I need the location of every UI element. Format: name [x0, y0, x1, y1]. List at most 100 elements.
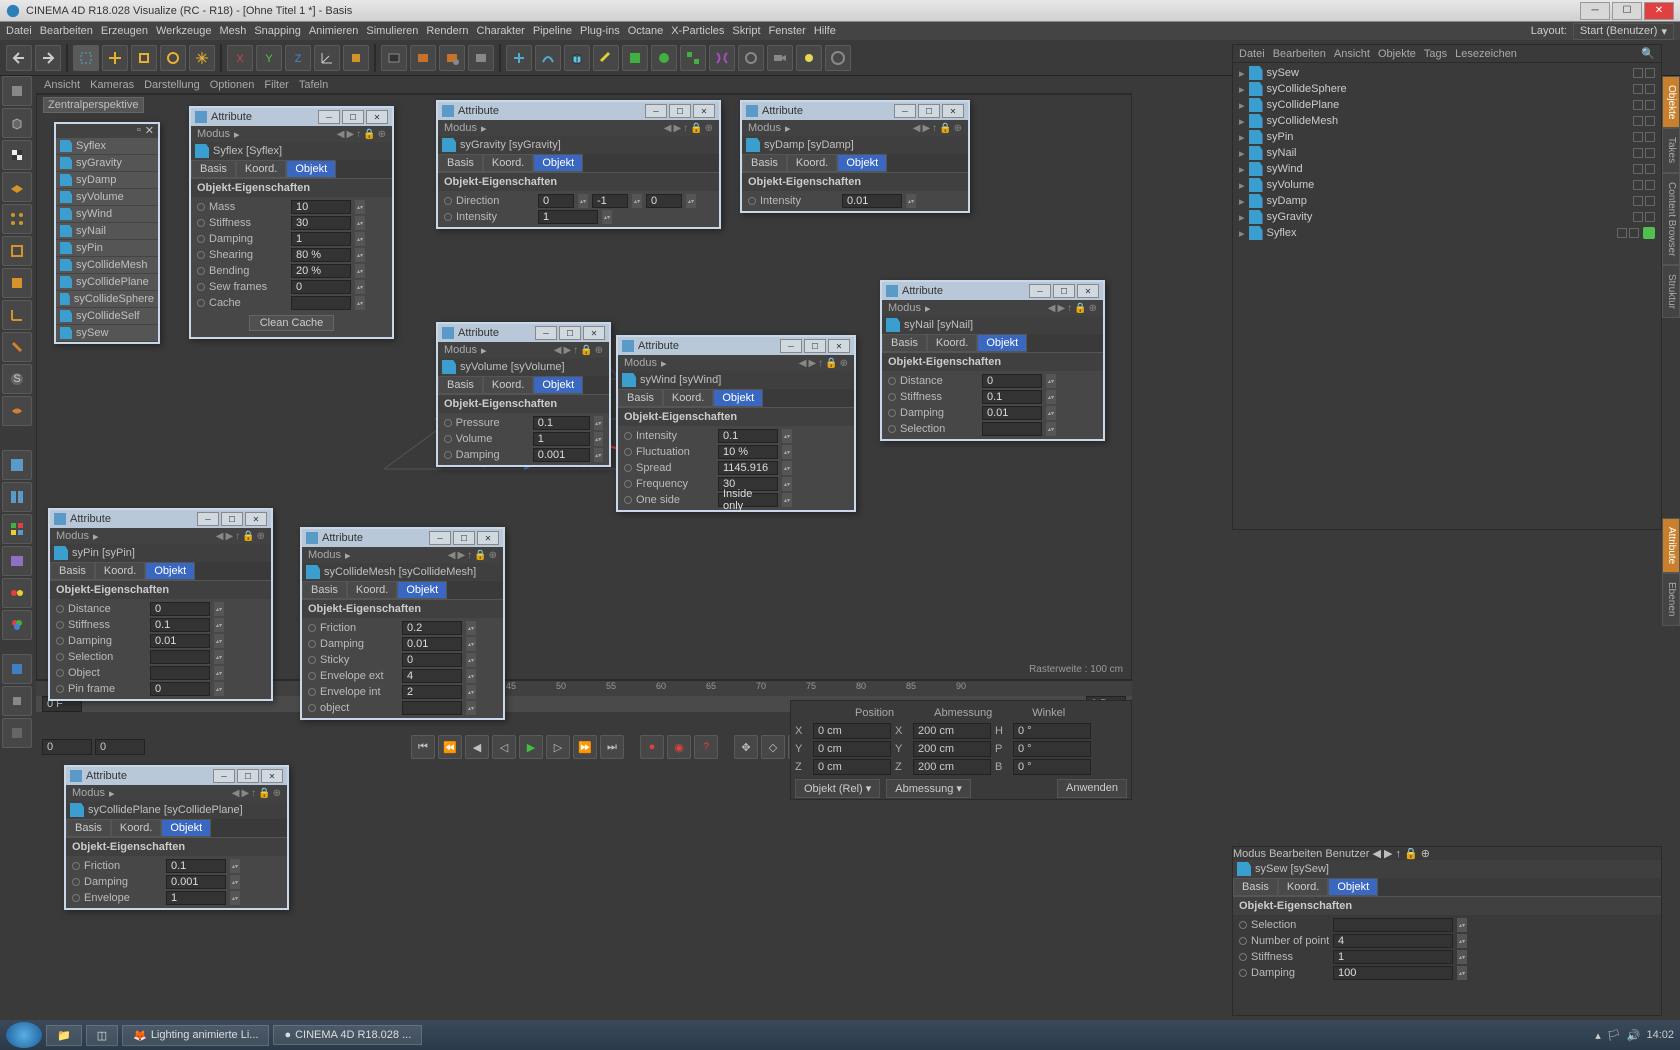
stepper[interactable]: ▴▾: [1046, 374, 1056, 388]
tab-attribute[interactable]: Attribute: [1662, 518, 1680, 573]
am-menu-item[interactable]: Modus: [1233, 848, 1266, 860]
panel-titlebar[interactable]: Attribute ─☐✕: [66, 767, 287, 785]
taskbar-item[interactable]: ● CINEMA 4D R18.028 ...: [273, 1025, 422, 1045]
list-item[interactable]: sySew: [56, 325, 158, 342]
panel-titlebar[interactable]: Attribute ─☐✕: [302, 529, 503, 547]
om-menu-item[interactable]: Ansicht: [1334, 48, 1370, 60]
lock-icon[interactable]: 🔒: [363, 129, 375, 140]
property-value-field[interactable]: 0.01: [842, 194, 902, 208]
tab-objekt[interactable]: Objekt: [713, 389, 763, 407]
menu-item[interactable]: Snapping: [254, 25, 301, 37]
property-value-field[interactable]: 0: [402, 653, 462, 667]
panel-titlebar[interactable]: Attribute ─☐✕: [742, 102, 968, 120]
list-item[interactable]: Syflex: [56, 138, 158, 155]
property-value-field[interactable]: 0.001: [533, 448, 590, 462]
render-view[interactable]: [381, 45, 407, 71]
modus-menu[interactable]: Modus: [197, 128, 230, 140]
property-value-field[interactable]: 10: [291, 200, 351, 214]
color-chooser[interactable]: [2, 578, 32, 608]
new-icon[interactable]: ⊕: [489, 550, 497, 561]
vp-menu-item[interactable]: Tafeln: [299, 79, 328, 91]
panel-titlebar[interactable]: Attribute ─☐✕: [882, 282, 1103, 300]
stepper[interactable]: ▴▾: [1457, 950, 1467, 964]
tag-tool[interactable]: [825, 45, 851, 71]
play-button[interactable]: ▶: [519, 735, 543, 759]
property-value-field[interactable]: 4: [402, 669, 462, 683]
panel-max-button[interactable]: ☐: [1053, 284, 1075, 298]
stepper[interactable]: ▴▾: [355, 296, 365, 310]
lock-icon[interactable]: 🔒: [690, 123, 702, 134]
property-value-field[interactable]: 4: [1333, 934, 1453, 948]
tweak-mode[interactable]: [2, 332, 32, 362]
modus-menu[interactable]: Modus: [444, 122, 477, 134]
stepper[interactable]: ▴▾: [355, 232, 365, 246]
panel-max-button[interactable]: ☐: [453, 531, 475, 545]
vp-menu-item[interactable]: Kameras: [90, 79, 134, 91]
stepper[interactable]: ▴▾: [466, 685, 476, 699]
property-value-field[interactable]: 100: [1333, 966, 1453, 980]
tab-objekt[interactable]: Objekt: [533, 154, 583, 172]
subdivision[interactable]: [651, 45, 677, 71]
nav-back-icon[interactable]: ◀: [554, 345, 562, 356]
menu-item[interactable]: Rendern: [426, 25, 468, 37]
om-menu-item[interactable]: Objekte: [1378, 48, 1416, 60]
nav-fwd-icon[interactable]: ▶: [808, 358, 816, 369]
stepper[interactable]: ▴▾: [1046, 406, 1056, 420]
property-value-field[interactable]: 2: [402, 685, 462, 699]
nav-fwd-icon[interactable]: ▶: [1057, 303, 1065, 314]
menu-item[interactable]: Fenster: [769, 25, 806, 37]
property-value-field[interactable]: 0.1: [533, 416, 590, 430]
coord-system[interactable]: [314, 45, 340, 71]
stepper[interactable]: ▴▾: [230, 891, 240, 905]
stepper[interactable]: ▴▾: [466, 637, 476, 651]
stepper[interactable]: ▴▾: [214, 650, 224, 664]
tab-koord[interactable]: Koord.: [95, 562, 145, 580]
nav-back-icon[interactable]: ◀: [232, 788, 240, 799]
stepper[interactable]: ▴▾: [214, 666, 224, 680]
list-item[interactable]: syCollideMesh: [56, 257, 158, 274]
tab-basis[interactable]: Basis: [50, 562, 95, 580]
tab-koord[interactable]: Koord.: [787, 154, 837, 172]
step-back-button[interactable]: ⏪: [438, 735, 462, 759]
command-icon[interactable]: [2, 686, 32, 716]
panel-titlebar[interactable]: Attribute ─☐✕: [191, 108, 392, 126]
panel-min-button[interactable]: ─: [645, 104, 667, 118]
stepper[interactable]: ▴▾: [782, 445, 792, 459]
array-tool[interactable]: [680, 45, 706, 71]
nav-back-icon[interactable]: ◀: [337, 129, 345, 140]
stepper[interactable]: ▴▾: [782, 461, 792, 475]
property-value-field[interactable]: [1333, 918, 1453, 932]
position-field[interactable]: 0 cm: [813, 723, 891, 739]
clean-cache-button[interactable]: Clean Cache: [249, 315, 335, 331]
environment[interactable]: [738, 45, 764, 71]
panel-close-icon[interactable]: ✕: [145, 124, 154, 138]
am-menu-item[interactable]: Benutzer: [1325, 848, 1369, 860]
tab-koord[interactable]: Koord.: [483, 154, 533, 172]
menu-item[interactable]: Pipeline: [533, 25, 572, 37]
panel-min-button[interactable]: ─: [318, 110, 340, 124]
nav-up-icon[interactable]: ↑: [573, 345, 578, 356]
tab-basis[interactable]: Basis: [66, 819, 111, 837]
panel-close-button[interactable]: ✕: [693, 104, 715, 118]
nav-up-icon[interactable]: ↑: [683, 123, 688, 134]
taskbar-item[interactable]: 📁: [46, 1025, 82, 1046]
viewport-layout-4[interactable]: [2, 514, 32, 544]
object-row[interactable]: ▸syNail: [1235, 145, 1659, 161]
tab-objekt[interactable]: Objekt: [837, 154, 887, 172]
panel-close-button[interactable]: ✕: [1077, 284, 1099, 298]
object-row[interactable]: ▸syDamp: [1235, 193, 1659, 209]
nav-up-icon[interactable]: ↑: [251, 788, 256, 799]
vp-menu-item[interactable]: Ansicht: [44, 79, 80, 91]
panel-max-button[interactable]: ☐: [918, 104, 940, 118]
stepper[interactable]: ▴▾: [594, 416, 603, 430]
keyframe-button[interactable]: ?: [694, 735, 718, 759]
rotate-tool[interactable]: [160, 45, 186, 71]
position-field[interactable]: 0 cm: [813, 759, 891, 775]
object-row[interactable]: ▸syGravity: [1235, 209, 1659, 225]
move-tool[interactable]: [102, 45, 128, 71]
start-button[interactable]: [6, 1022, 42, 1048]
tab-basis[interactable]: Basis: [438, 154, 483, 172]
render-settings[interactable]: [439, 45, 465, 71]
property-value-field[interactable]: 1: [291, 232, 351, 246]
panel-titlebar[interactable]: Attribute ─☐✕: [618, 337, 854, 355]
